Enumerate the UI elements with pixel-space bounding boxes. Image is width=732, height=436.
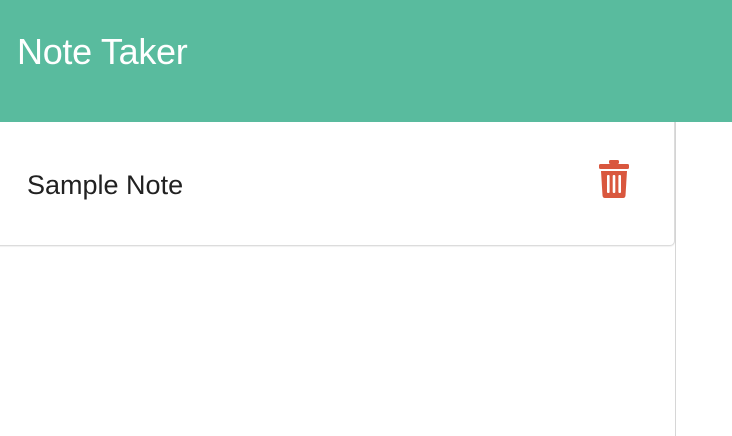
app-title[interactable]: Note Taker — [17, 30, 188, 74]
navbar: Note Taker — [0, 0, 732, 122]
notes-sidebar: Sample Note — [0, 122, 676, 436]
trash-icon[interactable] — [598, 160, 630, 198]
list-item[interactable]: Sample Note — [0, 122, 674, 245]
note-editor-pane — [676, 122, 732, 436]
notes-list: Sample Note — [0, 122, 675, 246]
note-title[interactable]: Sample Note — [27, 168, 183, 202]
